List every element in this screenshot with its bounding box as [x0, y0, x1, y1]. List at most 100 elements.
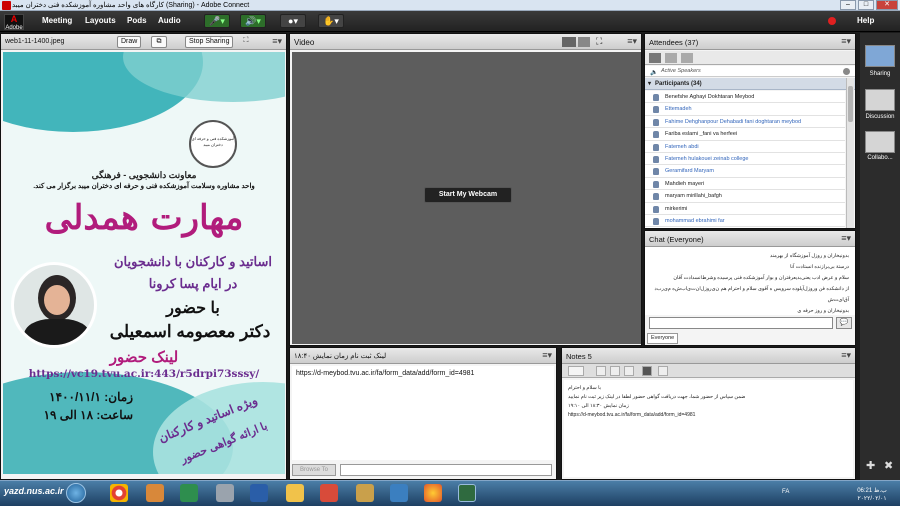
draw-button[interactable]: Draw	[117, 36, 142, 48]
shared-poster-image: آموزشکده فنی و حرفه ای دختران میبد معاون…	[3, 52, 285, 474]
browse-to-button[interactable]: Browse To	[292, 464, 336, 476]
attendees-pod-header: Attendees (37) ≡▾	[645, 34, 855, 50]
chat-send-icon[interactable]: 💬	[836, 317, 852, 329]
underline-icon[interactable]	[624, 366, 634, 376]
participant-row[interactable]: Mahdieh mayeri	[645, 178, 845, 191]
participants-scrollbar[interactable]	[846, 78, 854, 228]
layout-thumb-collaboration[interactable]	[865, 131, 895, 153]
word-icon[interactable]	[250, 484, 268, 502]
chat-input[interactable]	[649, 317, 833, 329]
chat-message: بدونیخاران و روزل آموزشگاه از بهرمند	[769, 253, 849, 259]
font-size-select[interactable]	[568, 366, 584, 376]
microphone-button[interactable]: 🎤▾	[204, 14, 230, 28]
weblink-input[interactable]	[340, 464, 552, 476]
participant-row[interactable]: maryam mirillahi_bafgh	[645, 190, 845, 203]
close-speakers-icon[interactable]	[843, 68, 850, 75]
anydesk-icon[interactable]	[320, 484, 338, 502]
bold-icon[interactable]	[596, 366, 606, 376]
menu-layouts[interactable]: Layouts	[85, 16, 116, 25]
close-button[interactable]: ✕	[876, 0, 898, 10]
participant-row[interactable]: Fariba eslami _fani va herfeei	[645, 128, 845, 141]
color-icon[interactable]	[642, 366, 652, 376]
fullscreen-icon[interactable]: ⛶	[239, 36, 253, 48]
chrome-icon[interactable]	[110, 484, 128, 502]
excel-icon[interactable]	[180, 484, 198, 502]
hand-icon: ✋	[323, 16, 335, 26]
weblink-item[interactable]: https://d-meybod.tvu.ac.ir/fa/form_data/…	[296, 370, 550, 377]
pod-menu-icon[interactable]: ≡▾	[542, 350, 552, 361]
user-icon	[653, 205, 659, 213]
pod-menu-icon[interactable]: ≡▾	[272, 36, 282, 47]
bullets-icon[interactable]	[658, 366, 668, 376]
participant-row[interactable]: Benefshe Aghayi Dokhtaran Meybod	[645, 91, 845, 104]
speaker-face-shape	[44, 285, 70, 315]
app-icon-blue[interactable]	[390, 484, 408, 502]
pod-menu-icon[interactable]: ≡▾	[841, 350, 851, 361]
clock-date: ۲۰۲۲/۰۲/۰۱	[857, 496, 887, 502]
poster-sub1: اساتید و کارکنان با دانشجویان	[113, 254, 273, 269]
user-icon	[653, 131, 659, 139]
italic-icon[interactable]	[610, 366, 620, 376]
speaker-button[interactable]: 🔊▾	[240, 14, 266, 28]
notes-pod-title: Notes 5	[566, 352, 592, 361]
sync-icon[interactable]: ⧉	[151, 36, 167, 48]
participant-row[interactable]: Geramifard Maryam	[645, 165, 845, 178]
collapse-icon: ▾	[648, 81, 652, 87]
participant-row[interactable]: Ettemadeh	[645, 103, 845, 116]
menu-meeting[interactable]: Meeting	[42, 16, 72, 25]
system-clock[interactable]: 06:21 ب.ظ ۲۰۲۲/۰۲/۰۱	[850, 487, 894, 503]
grid-view-icon[interactable]	[562, 37, 576, 47]
list-view-icon[interactable]	[649, 53, 661, 63]
weblinks-pod-header: لینک ثبت نام زمان نمایش ۱۸:۴۰ ≡▾	[290, 348, 556, 364]
menu-help[interactable]: Help	[857, 16, 874, 25]
layout-label-sharing[interactable]: Sharing	[860, 71, 900, 77]
collapse-bar-icon[interactable]: ✖	[884, 459, 893, 472]
scrollbar-thumb[interactable]	[848, 86, 853, 122]
attendees-toolbar	[645, 51, 855, 65]
paint-icon[interactable]	[286, 484, 304, 502]
layout-thumb-discussion[interactable]	[865, 89, 895, 111]
video-pod-header: Video ⛶ ≡▾	[290, 34, 641, 50]
poster-logo: آموزشکده فنی و حرفه ای دختران میبد	[189, 120, 237, 168]
file-explorer-icon[interactable]	[356, 484, 374, 502]
pod-menu-icon[interactable]: ≡▾	[841, 233, 851, 244]
chat-message: درستة ‌بی‌برازنده انستادت آنا	[790, 264, 849, 270]
pod-menu-icon[interactable]: ≡▾	[841, 36, 851, 47]
user-icon	[653, 106, 659, 114]
participant-row[interactable]: mohammad ebrahimi far	[645, 215, 845, 228]
start-webcam-button[interactable]: Start My Webcam	[424, 187, 512, 203]
participants-header[interactable]: ▾ Participants (34)	[645, 78, 855, 90]
adobe-connect-task-icon[interactable]	[458, 484, 476, 502]
breakout-view-icon[interactable]	[665, 53, 677, 63]
stop-sharing-button[interactable]: Stop Sharing	[185, 36, 234, 48]
weblinks-list: https://d-meybod.tvu.ac.ir/fa/form_data/…	[292, 366, 554, 460]
filmstrip-view-icon[interactable]	[578, 37, 590, 47]
add-layout-icon[interactable]: ✚	[866, 459, 875, 472]
language-indicator[interactable]: FA	[782, 489, 789, 495]
layout-thumb-sharing[interactable]	[865, 45, 895, 67]
media-player-icon[interactable]	[146, 484, 164, 502]
maximize-button[interactable]: □	[858, 0, 874, 10]
manage-attendees-icon[interactable]	[681, 53, 693, 63]
participant-row[interactable]: Fatemeh hulakouei zeinab college	[645, 153, 845, 166]
chat-tab-everyone[interactable]: Everyone	[647, 333, 679, 344]
participant-row[interactable]: Fahime Dehghanpour Dehabadi fani doghtar…	[645, 116, 845, 129]
status-button[interactable]: ✋▾	[318, 14, 344, 28]
webcam-button[interactable]: ●▾	[280, 14, 306, 28]
notes-body[interactable]: با سلام و احترام ضمن سپاس از حضور شما، ج…	[564, 380, 853, 477]
layout-label-discussion[interactable]: Discussion	[860, 114, 900, 120]
menu-pods[interactable]: Pods	[127, 16, 147, 25]
layout-label-collaboration[interactable]: Collabo...	[860, 155, 900, 161]
participant-row[interactable]: Fatemeh abdi	[645, 141, 845, 153]
firefox-icon[interactable]	[424, 484, 442, 502]
minimize-button[interactable]: –	[840, 0, 856, 10]
start-button[interactable]	[66, 483, 86, 503]
menu-audio[interactable]: Audio	[158, 16, 181, 25]
participant-row[interactable]: mirkerimi	[645, 203, 845, 215]
recording-icon[interactable]	[828, 17, 836, 25]
menu-bar: A Adobe Meeting Layouts Pods Audio 🎤▾ 🔊▾ …	[0, 11, 900, 32]
calculator-icon[interactable]	[216, 484, 234, 502]
poster-link-title: لینک حضور	[109, 349, 179, 366]
pod-menu-icon[interactable]: ≡▾	[627, 36, 637, 47]
fullscreen-icon[interactable]: ⛶	[596, 36, 602, 47]
